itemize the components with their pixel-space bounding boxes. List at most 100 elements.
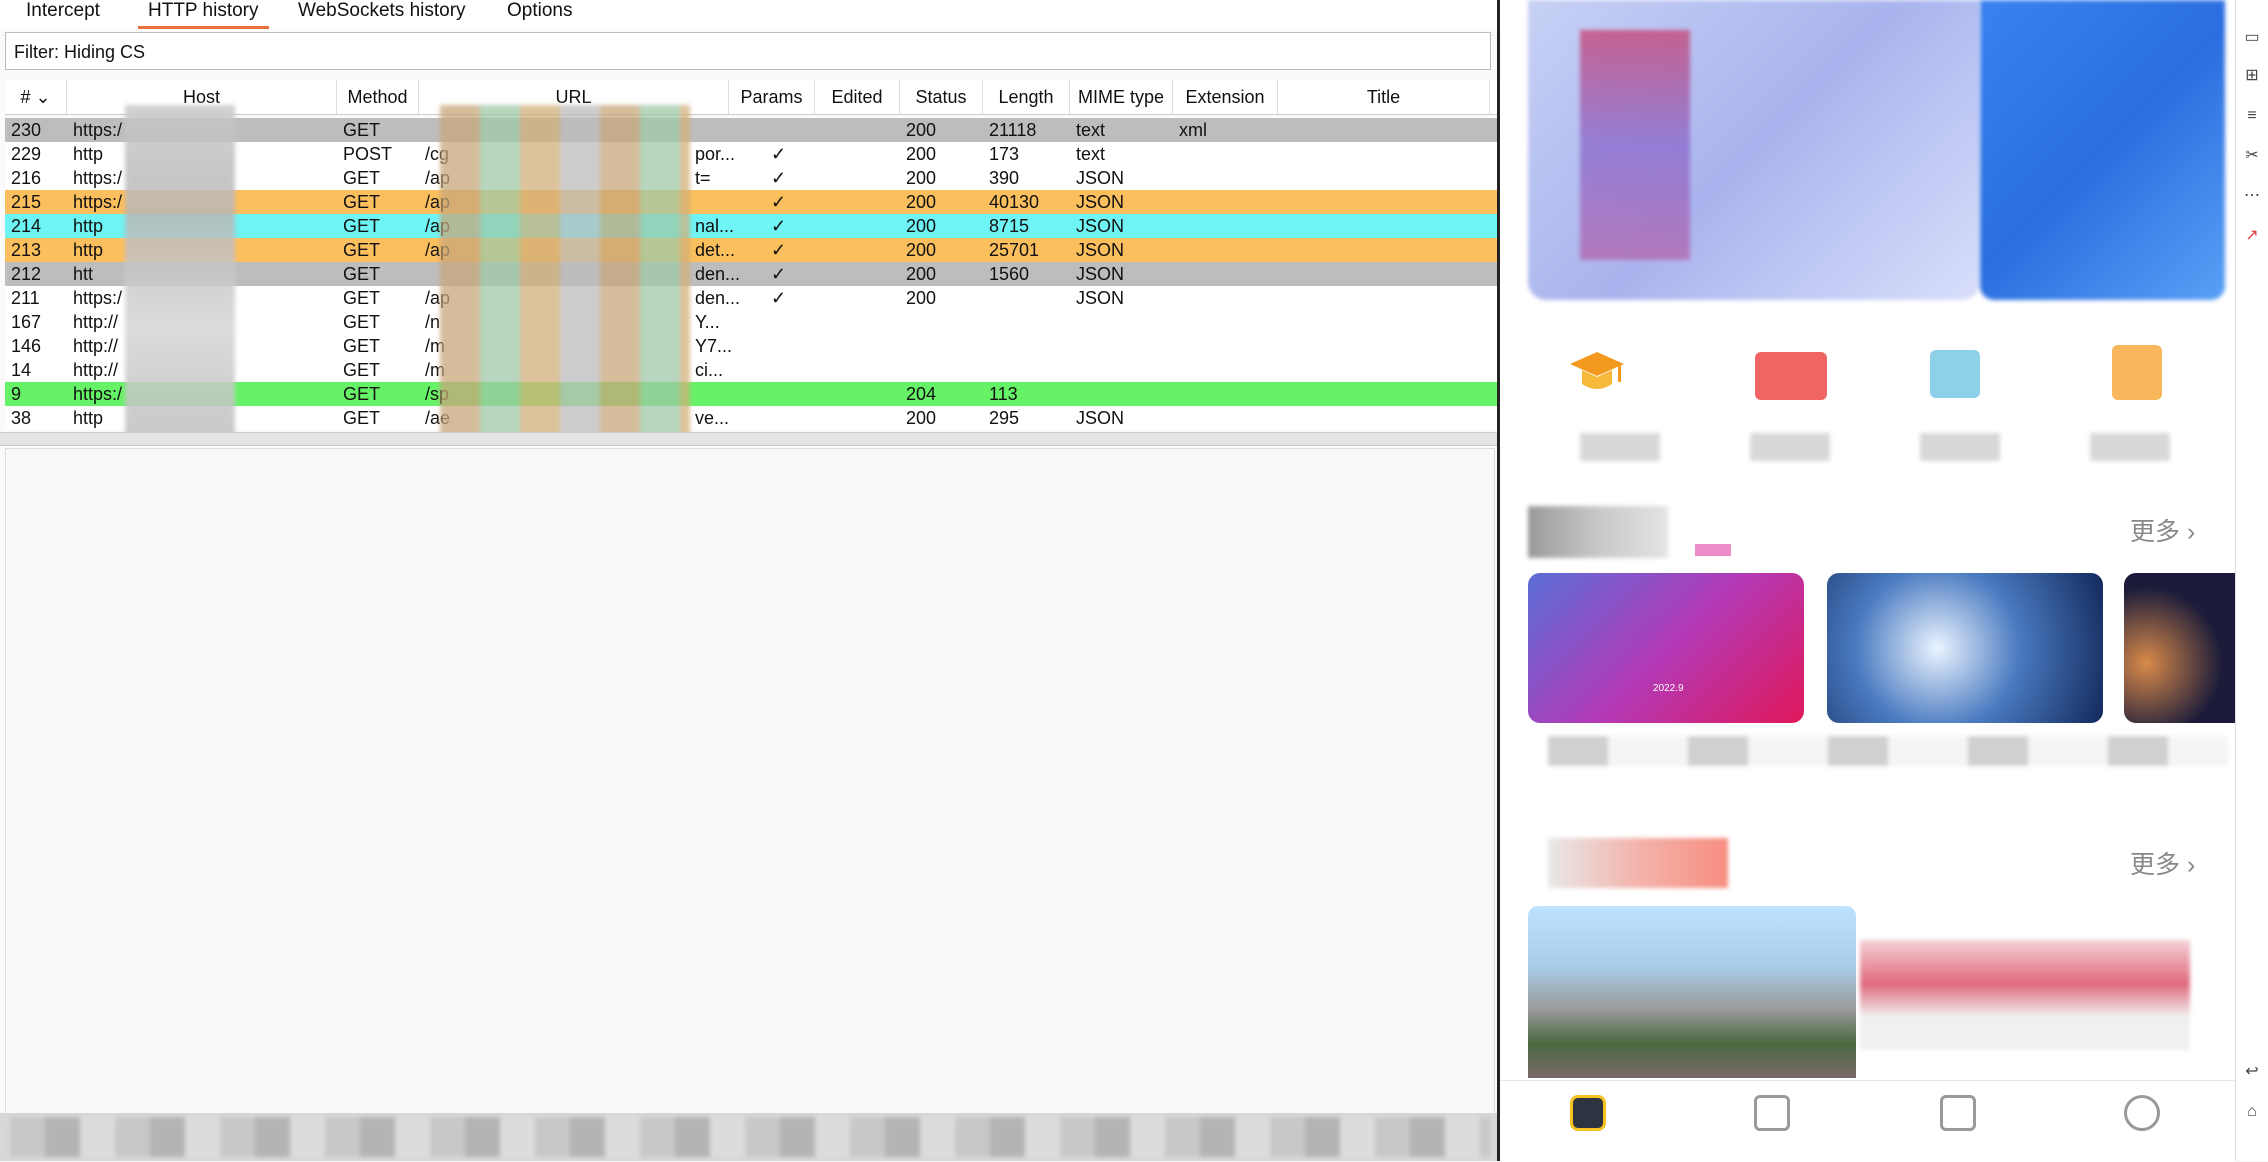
cell-length: 1560	[989, 264, 1030, 284]
cell-method: GET	[343, 120, 381, 140]
cell-id: 167	[11, 312, 42, 332]
cell-mime: JSON	[1076, 168, 1125, 188]
emulator-toolbar: ▭ ⊞ ≡ ✂ ⋯ ↗ ↩ ⌂	[2235, 0, 2268, 1161]
cell-id: 230	[11, 120, 42, 140]
column-header-number[interactable]: # ⌄	[5, 80, 67, 114]
gift-icon[interactable]	[1930, 350, 1980, 398]
column-header-edited[interactable]: Edited	[815, 80, 900, 114]
card-1-date: 2022.9	[1653, 683, 1684, 694]
cell-id: 215	[11, 192, 42, 212]
course-card-3[interactable]	[2124, 573, 2235, 723]
banner-right[interactable]	[1980, 0, 2225, 300]
cell-mime: JSON	[1076, 288, 1125, 308]
cell-status: 200	[906, 264, 937, 284]
cell-id: 211	[11, 288, 40, 308]
cell-status: 200	[906, 288, 937, 308]
tab-options[interactable]: Options	[507, 0, 572, 26]
cell-mime: text	[1076, 144, 1106, 164]
cell-mime: JSON	[1076, 216, 1125, 236]
more-options-icon[interactable]: ⋯	[2242, 186, 2262, 206]
redaction-taskbar	[10, 1117, 1490, 1157]
proxy-tabs: Intercept HTTP history WebSockets histor…	[0, 0, 1497, 29]
home-nav-icon[interactable]: ⌂	[2242, 1102, 2262, 1122]
column-header-method[interactable]: Method	[337, 80, 419, 114]
cell-method: POST	[343, 144, 393, 164]
cell-url-tail: por...	[695, 144, 736, 164]
scissors-icon[interactable]: ✂	[2242, 146, 2262, 166]
cell-length: 173	[989, 144, 1020, 164]
cell-url-tail: det...	[695, 240, 736, 260]
section-title-1	[1528, 506, 1668, 558]
cell-status: 200	[906, 216, 937, 236]
document-icon[interactable]	[2112, 345, 2162, 400]
add-screen-icon[interactable]: ⊞	[2242, 66, 2262, 86]
column-header-extension[interactable]: Extension	[1173, 80, 1278, 114]
filter-text: Filter: Hiding CS	[14, 42, 146, 62]
folder-icon[interactable]	[1755, 352, 1827, 400]
tab-http-history[interactable]: HTTP history	[138, 0, 269, 29]
cell-method: GET	[343, 288, 381, 308]
cell-method: GET	[343, 264, 381, 284]
redaction-card-titles	[1548, 736, 2228, 766]
cell-status: 200	[906, 240, 937, 260]
cell-mime: JSON	[1076, 264, 1125, 284]
more-link-2[interactable]: 更多 ›	[2130, 845, 2195, 881]
cell-id: 213	[11, 240, 42, 260]
cell-length: 295	[989, 408, 1020, 428]
tab-websockets-history[interactable]: WebSockets history	[298, 0, 466, 26]
cell-length: 390	[989, 168, 1020, 188]
cell-status: 200	[906, 144, 937, 164]
cell-length: 25701	[989, 240, 1040, 260]
cell-url-tail: ve...	[695, 408, 730, 428]
section-indicator	[1695, 544, 1731, 556]
export-icon[interactable]: ↗	[2242, 226, 2262, 246]
cell-mime: JSON	[1076, 192, 1125, 212]
tab-intercept[interactable]: Intercept	[26, 0, 100, 26]
pane-splitter[interactable]	[0, 432, 1497, 446]
cell-mime: JSON	[1076, 408, 1125, 428]
cell-status: 204	[906, 384, 937, 404]
cell-method: GET	[343, 240, 381, 260]
book-icon[interactable]	[1940, 1095, 1976, 1131]
column-header-status[interactable]: Status	[900, 80, 983, 114]
graduation-cap-icon[interactable]	[1568, 348, 1626, 400]
cell-method: GET	[343, 360, 381, 380]
cell-params: ✓	[771, 264, 787, 284]
column-header-params[interactable]: Params	[729, 80, 815, 114]
filter-bar[interactable]: Filter: Hiding CS	[5, 32, 1491, 70]
cell-ext: xml	[1179, 120, 1207, 140]
cell-length: 21118	[989, 120, 1037, 140]
cell-url-tail: ci...	[695, 360, 724, 380]
cell-url-tail: Y...	[695, 312, 720, 332]
course-card-1[interactable]: 2022.9	[1528, 573, 1804, 723]
briefcase-icon[interactable]	[1754, 1095, 1790, 1131]
home-icon[interactable]	[1570, 1095, 1606, 1131]
banner-graphic	[1580, 30, 1690, 260]
cell-id: 9	[11, 384, 22, 404]
screen-icon[interactable]: ▭	[2242, 28, 2262, 48]
back-icon[interactable]: ↩	[2242, 1062, 2262, 1082]
cell-params: ✓	[771, 168, 787, 188]
redaction-host	[125, 105, 235, 435]
column-header-title[interactable]: Title	[1278, 80, 1490, 114]
course-card-2[interactable]	[1827, 573, 2103, 723]
cell-url-tail: t=	[695, 168, 711, 188]
cell-url-tail: nal...	[695, 216, 735, 236]
cell-method: GET	[343, 216, 381, 236]
cell-params: ✓	[771, 144, 787, 164]
profile-icon[interactable]	[2124, 1095, 2160, 1131]
news-image[interactable]	[1528, 906, 1856, 1078]
cell-params: ✓	[771, 192, 787, 212]
redaction-icon-labels	[1580, 433, 2180, 461]
column-header-mime-type[interactable]: MIME type	[1070, 80, 1173, 114]
cell-method: GET	[343, 312, 381, 332]
mobile-app-screen: 更多 › 2022.9 更多 ›	[1500, 0, 2235, 1162]
column-header-length[interactable]: Length	[983, 80, 1070, 114]
more-link-1[interactable]: 更多 ›	[2130, 512, 2195, 548]
layers-icon[interactable]: ≡	[2242, 106, 2262, 126]
cell-id: 229	[11, 144, 42, 164]
cell-params: ✓	[771, 240, 787, 260]
cell-url-tail: Y7...	[695, 336, 733, 356]
cell-status: 200	[906, 120, 937, 140]
cell-mime: text	[1076, 120, 1106, 140]
